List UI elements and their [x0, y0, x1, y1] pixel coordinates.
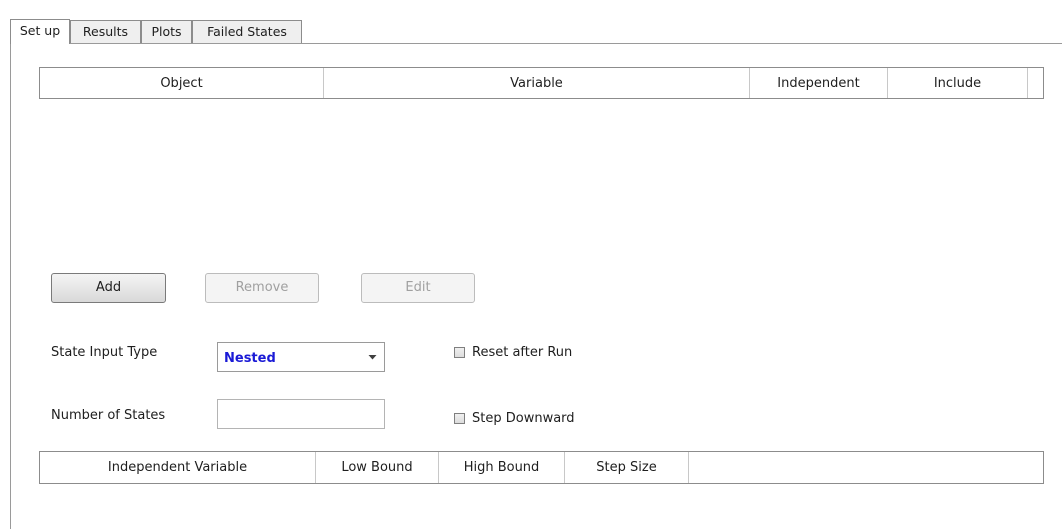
remove-button[interactable]: Remove	[205, 273, 319, 303]
checkbox-label: Reset after Run	[472, 345, 573, 360]
tab-set-up[interactable]: Set up	[10, 19, 70, 44]
state-input-type-label: State Input Type	[51, 345, 158, 360]
tab-label: Results	[82, 24, 129, 39]
tab-label: Plots	[151, 24, 182, 39]
step-downward-checkbox[interactable]: Step Downward	[454, 411, 575, 426]
column-header-step-size[interactable]: Step Size	[565, 452, 689, 483]
checkbox-box[interactable]	[454, 413, 465, 424]
tab-failed-states[interactable]: Failed States	[192, 20, 302, 43]
column-header-high-bound[interactable]: High Bound	[439, 452, 565, 483]
reset-after-run-checkbox[interactable]: Reset after Run	[454, 345, 572, 360]
column-header-independent[interactable]: Independent	[750, 68, 888, 98]
state-input-type-select[interactable]: Nested	[217, 342, 385, 372]
column-header-include[interactable]: Include	[888, 68, 1028, 98]
tab-label: Set up	[19, 23, 61, 38]
number-of-states-label: Number of States	[51, 408, 166, 423]
tab-plots[interactable]: Plots	[141, 20, 192, 43]
number-of-states-input[interactable]	[217, 399, 385, 429]
objects-table-header: Object Variable Independent Include	[39, 67, 1044, 99]
column-header-variable[interactable]: Variable	[324, 68, 750, 98]
checkbox-box[interactable]	[454, 347, 465, 358]
select-value: Nested	[224, 351, 276, 366]
column-header-low-bound[interactable]: Low Bound	[316, 452, 439, 483]
tab-label: Failed States	[207, 24, 287, 39]
variables-table-header: Independent Variable Low Bound High Boun…	[39, 451, 1044, 484]
chevron-down-icon	[367, 351, 378, 367]
column-header-object[interactable]: Object	[40, 68, 324, 98]
checkbox-label: Step Downward	[472, 411, 575, 426]
edit-button[interactable]: Edit	[361, 273, 475, 303]
column-header-independent-variable[interactable]: Independent Variable	[40, 452, 316, 483]
header-filler	[1028, 68, 1043, 98]
add-button[interactable]: Add	[51, 273, 166, 303]
tab-results[interactable]: Results	[70, 20, 141, 43]
header-filler	[689, 452, 1043, 483]
